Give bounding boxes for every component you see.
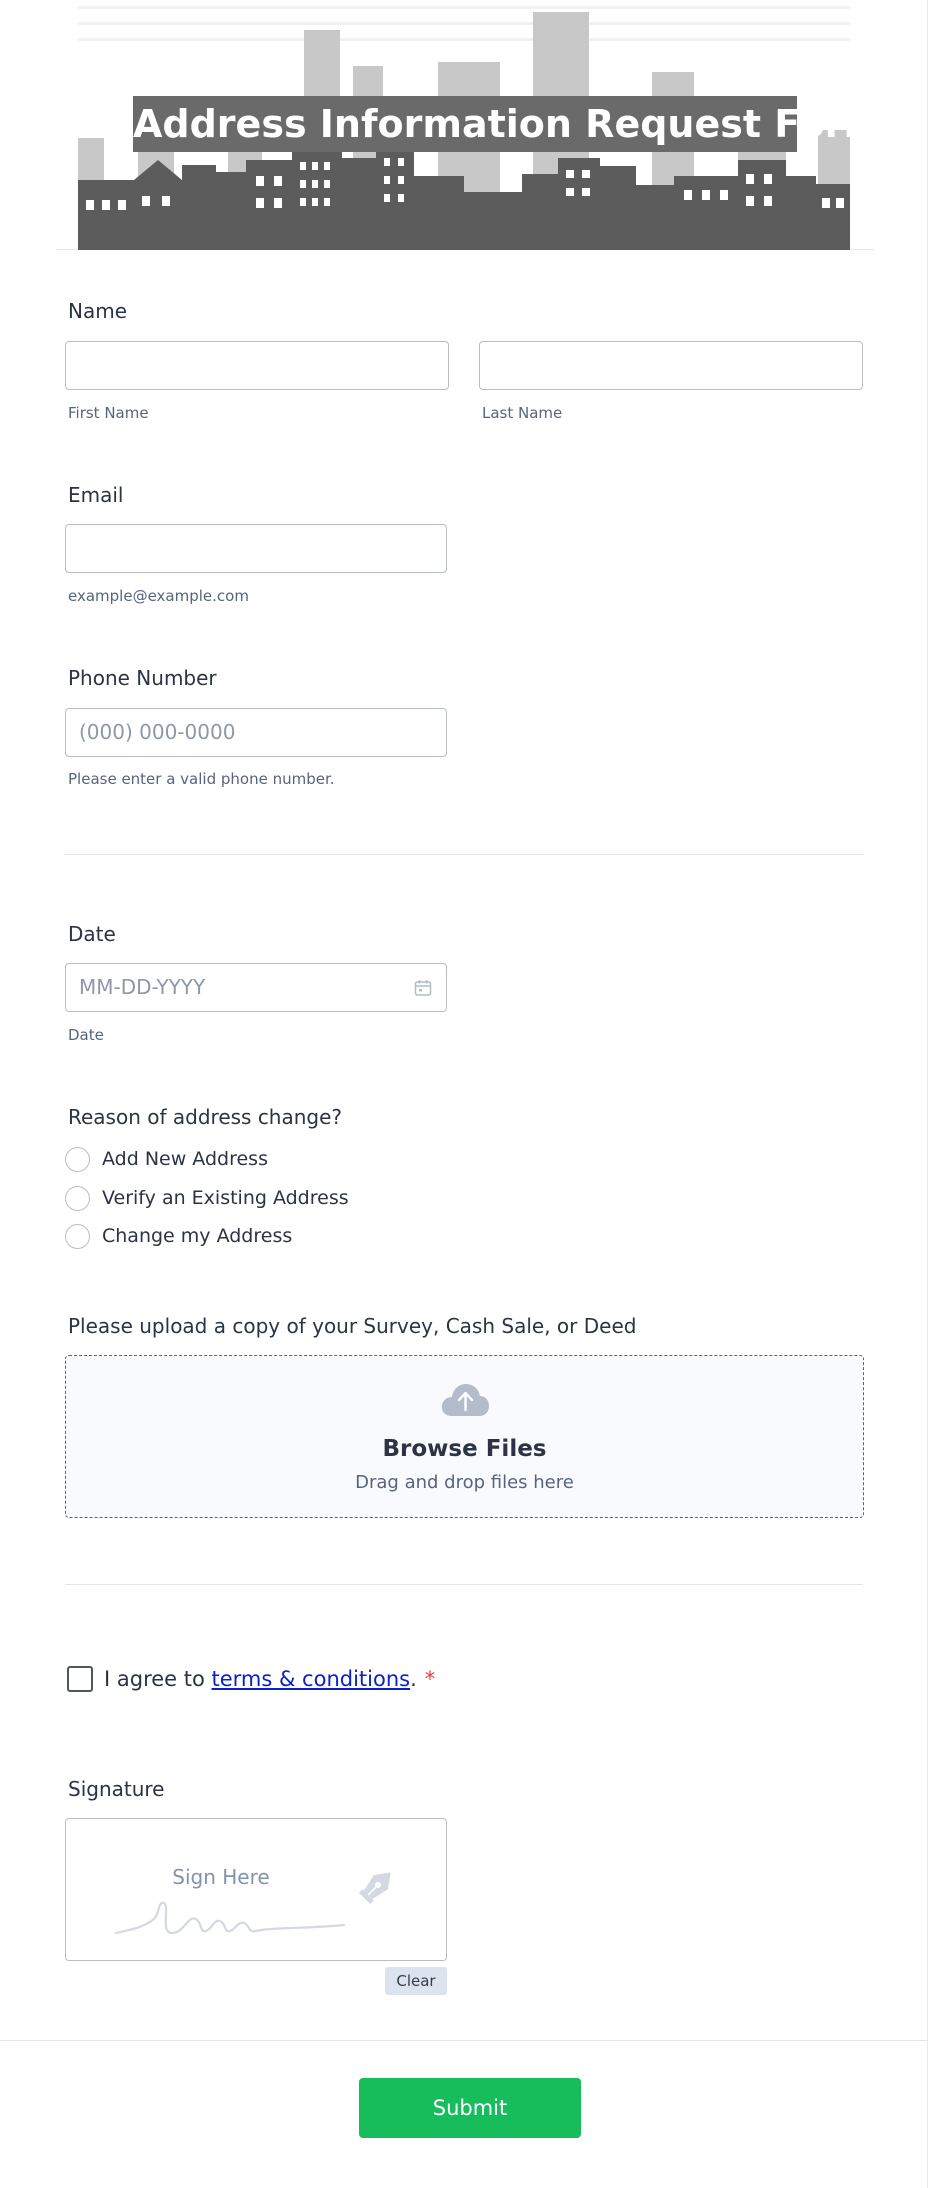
footer-divider	[0, 2040, 928, 2041]
form-page: Address Information Request Form Name Fi…	[0, 0, 928, 2188]
email-sublabel: example@example.com	[68, 587, 249, 605]
upload-label: Please upload a copy of your Survey, Cas…	[68, 1314, 637, 1338]
radio-label[interactable]: Change my Address	[102, 1222, 292, 1250]
reason-label: Reason of address change?	[68, 1105, 343, 1129]
calendar-icon[interactable]	[414, 979, 432, 997]
terms-prefix: I agree to	[104, 1667, 212, 1691]
signature-pad[interactable]: Sign Here	[65, 1818, 447, 1961]
file-upload-dropzone[interactable]: Browse Files Drag and drop files here	[65, 1355, 864, 1518]
clear-signature-button[interactable]: Clear	[385, 1967, 447, 1995]
last-name-input[interactable]	[479, 341, 863, 390]
radio-label[interactable]: Verify an Existing Address	[102, 1184, 349, 1212]
phone-sublabel: Please enter a valid phone number.	[68, 770, 335, 788]
phone-label: Phone Number	[68, 666, 217, 690]
cloud-upload-icon	[441, 1384, 489, 1416]
page-title: Address Information Request Form	[133, 102, 884, 146]
terms-checkbox[interactable]	[67, 1666, 93, 1692]
radio-button[interactable]	[65, 1224, 90, 1249]
required-mark: *	[424, 1667, 436, 1691]
date-input[interactable]: MM-DD-YYYY	[65, 963, 447, 1012]
first-name-input[interactable]	[65, 341, 449, 390]
terms-link[interactable]: terms & conditions	[212, 1667, 411, 1691]
terms-label: I agree to terms & conditions. *	[104, 1664, 435, 1694]
browse-files-button[interactable]: Browse Files	[66, 1436, 863, 1462]
radio-button[interactable]	[65, 1186, 90, 1211]
date-sublabel: Date	[68, 1026, 104, 1044]
radio-button[interactable]	[65, 1147, 90, 1172]
name-label: Name	[68, 299, 128, 323]
section-divider	[65, 1584, 863, 1585]
first-name-sublabel: First Name	[68, 404, 149, 422]
phone-input[interactable]: (000) 000-0000	[65, 708, 447, 757]
signature-placeholder: Sign Here	[172, 1865, 270, 1889]
last-name-sublabel: Last Name	[482, 404, 563, 422]
submit-button[interactable]: Submit	[359, 2078, 581, 2138]
date-label: Date	[68, 922, 116, 946]
section-divider	[65, 854, 863, 855]
terms-suffix: .	[410, 1667, 417, 1691]
pen-nib-icon	[358, 1872, 391, 1905]
email-label: Email	[68, 483, 124, 507]
signature-label: Signature	[68, 1777, 165, 1801]
email-input[interactable]	[65, 524, 447, 573]
radio-label[interactable]: Add New Address	[102, 1145, 268, 1173]
drag-drop-hint: Drag and drop files here	[355, 1472, 574, 1493]
